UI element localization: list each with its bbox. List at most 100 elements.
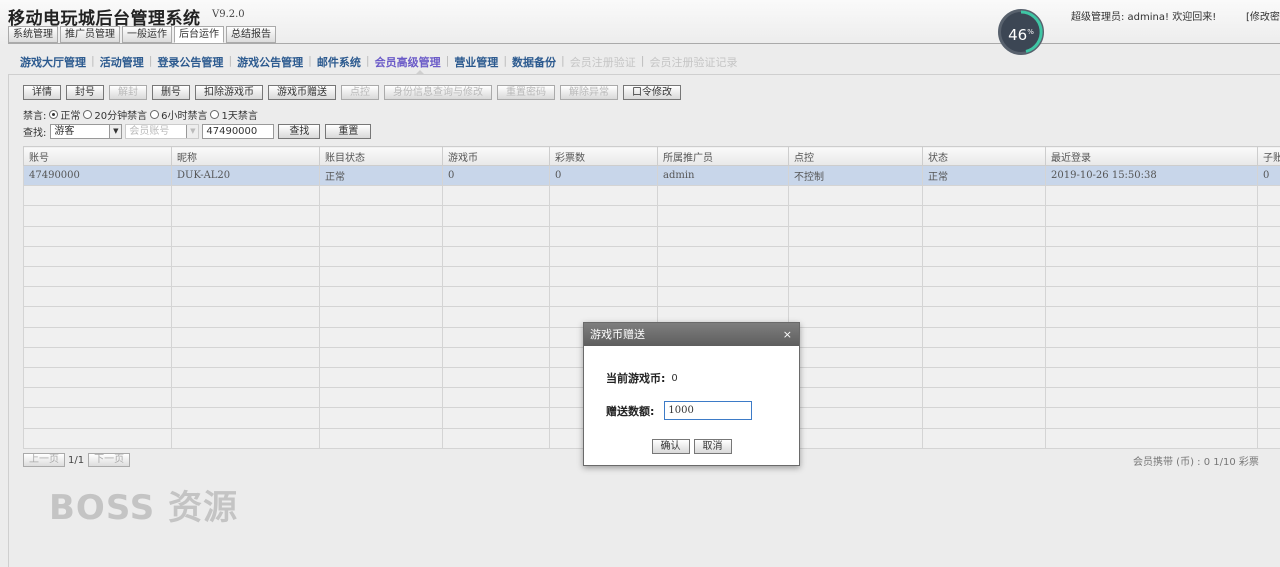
nav-separator: | <box>308 54 312 67</box>
user-greeting: 超级管理员: admina! 欢迎回来! <box>1071 12 1217 23</box>
gift-coins-button[interactable]: 游戏币赠送 <box>268 85 336 100</box>
table-cell: 2019-10-26 15:50:38 <box>1045 164 1258 187</box>
nav-register-verify-log[interactable]: 会员注册验证记录 <box>649 54 737 70</box>
gift-amount-row: 赠送数额: 1000 <box>606 401 753 420</box>
content-left-border <box>8 74 9 567</box>
column-header[interactable]: 所属推广员 <box>657 146 789 166</box>
tab-promoter[interactable]: 推广员管理 <box>60 26 120 43</box>
cancel-button[interactable]: 取消 <box>693 439 732 454</box>
app-version: V9.2.0 <box>212 9 245 20</box>
reset-password-button[interactable]: 重置密码 <box>497 85 555 100</box>
chevron-down-icon: ▼ <box>109 125 122 138</box>
identity-query-button[interactable]: 身份信息查询与修改 <box>384 85 492 100</box>
nav-activity[interactable]: 活动管理 <box>100 54 144 70</box>
current-coins-value: 0 <box>671 372 678 384</box>
next-page-button[interactable]: 下一页 <box>88 453 131 467</box>
column-header[interactable]: 账号 <box>23 146 172 166</box>
empty-row <box>23 266 1280 288</box>
nav-mail[interactable]: 邮件系统 <box>317 54 361 70</box>
clear-exception-button[interactable]: 解除异常 <box>560 85 618 100</box>
search-field-value: 会员账号 <box>129 126 170 137</box>
nav-game-notice[interactable]: 游戏公告管理 <box>237 54 303 70</box>
delete-account-button[interactable]: 删号 <box>152 85 190 100</box>
search-label: 查找: <box>23 128 47 139</box>
nav-active-caret <box>415 70 425 75</box>
table-cell: 正常 <box>319 164 443 187</box>
column-header[interactable]: 子账 <box>1257 146 1280 166</box>
ban-account-button[interactable]: 封号 <box>66 85 104 100</box>
current-coins-row: 当前游戏币: 0 <box>606 370 678 386</box>
table-cell: 正常 <box>922 164 1046 187</box>
column-header[interactable]: 彩票数 <box>549 146 658 166</box>
tab-system[interactable]: 系统管理 <box>8 26 58 43</box>
change-passphrase-button[interactable]: 口令修改 <box>623 85 681 100</box>
radio-1day-label: 1天禁言 <box>221 111 258 122</box>
column-header[interactable]: 状态 <box>922 146 1046 166</box>
column-header[interactable]: 游戏币 <box>442 146 550 166</box>
column-header[interactable]: 点控 <box>788 146 923 166</box>
dialog-titlebar: 游戏币赠送 × <box>584 323 799 346</box>
nav-separator: | <box>148 54 153 67</box>
empty-row <box>23 286 1280 308</box>
progress-arc-icon <box>1020 10 1043 53</box>
chevron-down-icon: ▼ <box>186 125 199 138</box>
unban-button[interactable]: 解封 <box>109 85 147 100</box>
nav-member-advanced[interactable]: 会员高级管理 <box>375 54 441 70</box>
table-cell: 0 <box>442 164 550 187</box>
gift-amount-input[interactable]: 1000 <box>664 401 753 420</box>
table-cell: DUK-AL20 <box>171 164 320 187</box>
column-header[interactable]: 账目状态 <box>319 146 443 166</box>
deduct-coins-button[interactable]: 扣除游戏币 <box>195 85 263 100</box>
nav-business[interactable]: 营业管理 <box>454 54 498 70</box>
top-tabs: 系统管理 推广员管理 一般运作 后台运作 总结报告 <box>8 26 278 43</box>
watermark: BOSS 资源 <box>49 488 239 528</box>
table-cell: 0 <box>1257 164 1280 187</box>
close-icon[interactable]: × <box>783 323 792 346</box>
user-type-select[interactable]: 游客 ▼ <box>50 124 123 139</box>
nav-register-verify[interactable]: 会员注册验证 <box>570 54 636 70</box>
search-field-select[interactable]: 会员账号 ▼ <box>125 124 200 139</box>
empty-row <box>23 185 1280 207</box>
nav-backup[interactable]: 数据备份 <box>512 54 556 70</box>
nav-game-hall[interactable]: 游戏大厅管理 <box>20 54 86 70</box>
column-header[interactable]: 昵称 <box>171 146 320 166</box>
nav-divider <box>8 74 1280 75</box>
header-divider <box>8 43 1280 44</box>
column-header[interactable]: 最近登录 <box>1045 146 1258 166</box>
radio-6hour[interactable] <box>150 110 160 119</box>
nav-login-notice[interactable]: 登录公告管理 <box>157 54 223 70</box>
nav-separator: | <box>365 54 370 67</box>
empty-row <box>23 245 1280 268</box>
details-button[interactable]: 详情 <box>23 85 61 100</box>
progress-indicator: 46% <box>998 9 1044 55</box>
confirm-button[interactable]: 确认 <box>651 439 690 454</box>
radio-1day[interactable] <box>210 110 220 119</box>
edit-password-link[interactable]: [修改密 <box>1246 8 1280 23</box>
table-cell: 不控制 <box>788 164 923 187</box>
nav-separator: | <box>228 54 233 67</box>
search-button[interactable]: 查找 <box>278 124 321 139</box>
sub-nav: 游戏大厅管理 | 活动管理 | 登录公告管理 | 游戏公告管理 | 邮件系统 | 会员高级… <box>20 54 737 70</box>
nav-separator: | <box>445 54 450 67</box>
search-input[interactable]: 47490000 <box>202 124 275 139</box>
table-cell: 0 <box>549 164 658 187</box>
prev-page-button[interactable]: 上一页 <box>23 453 65 467</box>
nav-separator: | <box>91 54 95 67</box>
tab-backend[interactable]: 后台运作 <box>174 26 224 43</box>
table-header: 账号 昵称 账目状态 游戏币 彩票数 所属推广员 点控 状态 最近登录 子账 <box>23 146 1280 166</box>
search-bar: 查找: 游客 ▼ 会员账号 ▼ 47490000 查找 重置 <box>23 124 376 139</box>
tab-report[interactable]: 总结报告 <box>226 26 276 43</box>
radio-20min[interactable] <box>83 110 93 119</box>
radio-normal[interactable] <box>49 110 59 119</box>
reset-button[interactable]: 重置 <box>325 124 372 139</box>
tab-general[interactable]: 一般运作 <box>122 26 172 43</box>
action-toolbar: 详情 封号 解封 删号 扣除游戏币 游戏币赠送 点控 身份信息查询与修改 重置密… <box>23 85 686 100</box>
table-row[interactable]: 47490000 DUK-AL20 正常 0 0 admin 不控制 正常 20… <box>23 164 1280 187</box>
radio-20min-label: 20分钟禁言 <box>94 111 148 122</box>
radio-6hour-label: 6小时禁言 <box>161 111 208 122</box>
current-coins-label: 当前游戏币: <box>606 372 666 385</box>
gift-coins-dialog: 游戏币赠送 × 当前游戏币: 0 赠送数额: 1000 确认 取消 <box>583 322 800 466</box>
nav-separator: | <box>561 54 565 67</box>
page-indicator: 1/1 <box>68 454 85 466</box>
point-control-button[interactable]: 点控 <box>341 85 379 100</box>
